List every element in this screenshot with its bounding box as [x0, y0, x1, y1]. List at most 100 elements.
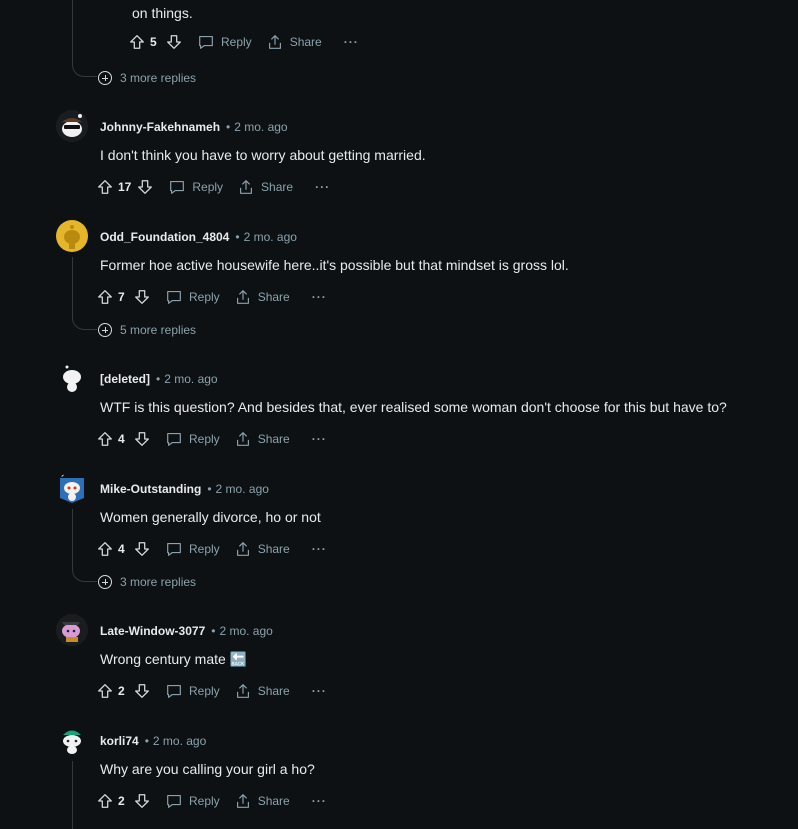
- reply-button[interactable]: Reply: [168, 178, 223, 196]
- comment-body: Wrong century mate 🔙: [100, 651, 248, 667]
- comment-author[interactable]: Mike-Outstanding: [100, 482, 201, 496]
- more-options-button[interactable]: ···: [312, 432, 327, 446]
- vote-score: 5: [150, 35, 157, 49]
- more-replies-button[interactable]: 5 more replies: [98, 323, 196, 337]
- comment-time[interactable]: 2 mo. ago: [216, 482, 269, 496]
- thread-line: [72, 761, 73, 829]
- user-avatar[interactable]: [56, 614, 88, 646]
- comment-time[interactable]: 2 mo. ago: [219, 624, 272, 638]
- comment-actions: 5 Reply Share ···: [128, 32, 359, 52]
- comment-meta: Mike-Outstanding • 2 mo. ago: [100, 482, 269, 496]
- upvote-icon[interactable]: [96, 430, 114, 448]
- more-options-button[interactable]: ···: [344, 35, 359, 49]
- reply-button[interactable]: Reply: [165, 430, 220, 448]
- more-options-button[interactable]: ···: [312, 542, 327, 556]
- user-avatar[interactable]: [56, 362, 88, 394]
- share-label: Share: [257, 290, 290, 304]
- comment-meta: Johnny-Fakehnameh • 2 mo. ago: [100, 120, 288, 134]
- share-button[interactable]: Share: [234, 792, 290, 810]
- comment-body: Why are you calling your girl a ho?: [100, 761, 315, 777]
- vote-score: 2: [118, 684, 125, 698]
- comment-author[interactable]: Odd_Foundation_4804: [100, 230, 229, 244]
- user-avatar[interactable]: [56, 472, 88, 504]
- vote-score: 17: [118, 180, 132, 194]
- comment-author[interactable]: Late-Window-3077: [100, 624, 205, 638]
- share-label: Share: [257, 542, 290, 556]
- share-button[interactable]: Share: [266, 33, 322, 51]
- comment-body: Former hoe active housewife here..it's p…: [100, 257, 569, 273]
- more-options-button[interactable]: ···: [315, 180, 330, 194]
- comment-body: Women generally divorce, ho or not: [100, 509, 321, 525]
- upvote-icon[interactable]: [96, 178, 114, 196]
- thread-line: [72, 509, 73, 567]
- plus-circle-icon: [98, 575, 112, 589]
- comment-actions: 7 Reply Share ···: [96, 287, 327, 307]
- share-button[interactable]: Share: [234, 682, 290, 700]
- upvote-icon[interactable]: [96, 540, 114, 558]
- more-replies-label: 3 more replies: [120, 71, 197, 85]
- comment-author[interactable]: [deleted]: [100, 372, 150, 386]
- downvote-icon[interactable]: [133, 540, 151, 558]
- comment-time[interactable]: 2 mo. ago: [164, 372, 217, 386]
- share-button[interactable]: Share: [234, 540, 290, 558]
- comment-author[interactable]: Johnny-Fakehnameh: [100, 120, 220, 134]
- reply-label: Reply: [189, 684, 220, 698]
- comment-time[interactable]: 2 mo. ago: [234, 120, 287, 134]
- comment-time[interactable]: 2 mo. ago: [153, 734, 206, 748]
- downvote-icon[interactable]: [136, 178, 154, 196]
- more-options-button[interactable]: ···: [312, 794, 327, 808]
- plus-circle-icon: [98, 71, 112, 85]
- plus-circle-icon: [98, 323, 112, 337]
- upvote-icon[interactable]: [96, 288, 114, 306]
- user-avatar[interactable]: [56, 110, 88, 142]
- user-avatar[interactable]: [56, 220, 88, 252]
- separator-dot: •: [226, 120, 231, 134]
- thread-elbow: [72, 567, 97, 582]
- reply-label: Reply: [221, 35, 252, 49]
- share-icon: [234, 288, 252, 306]
- more-options-button[interactable]: ···: [312, 290, 327, 304]
- more-replies-button[interactable]: 3 more replies: [98, 71, 196, 85]
- share-icon: [234, 682, 252, 700]
- share-label: Share: [257, 432, 290, 446]
- downvote-icon[interactable]: [133, 792, 151, 810]
- downvote-icon[interactable]: [133, 430, 151, 448]
- comment-actions: 2 Reply Share ···: [96, 791, 327, 811]
- downvote-icon[interactable]: [133, 682, 151, 700]
- comment-author[interactable]: korli74: [100, 734, 139, 748]
- share-button[interactable]: Share: [234, 430, 290, 448]
- share-label: Share: [257, 794, 290, 808]
- user-avatar[interactable]: [56, 724, 88, 756]
- comment-meta: [deleted] • 2 mo. ago: [100, 372, 218, 386]
- vote-score: 7: [118, 290, 125, 304]
- downvote-icon[interactable]: [133, 288, 151, 306]
- separator-dot: •: [207, 482, 212, 496]
- reply-button[interactable]: Reply: [165, 288, 220, 306]
- comment-actions: 17 Reply Share ···: [96, 177, 330, 197]
- comment-body: on things.: [132, 5, 193, 21]
- share-label: Share: [261, 180, 294, 194]
- share-button[interactable]: Share: [237, 178, 293, 196]
- reply-button[interactable]: Reply: [165, 540, 220, 558]
- comment-time[interactable]: 2 mo. ago: [244, 230, 297, 244]
- share-icon: [234, 540, 252, 558]
- upvote-icon[interactable]: [96, 792, 114, 810]
- comment-bubble-icon: [165, 792, 183, 810]
- upvote-icon[interactable]: [96, 682, 114, 700]
- reply-label: Reply: [189, 290, 220, 304]
- upvote-icon[interactable]: [128, 33, 146, 51]
- reply-label: Reply: [192, 180, 224, 194]
- more-replies-button[interactable]: 3 more replies: [98, 575, 196, 589]
- comment-meta: Odd_Foundation_4804 • 2 mo. ago: [100, 230, 297, 244]
- downvote-icon[interactable]: [165, 33, 183, 51]
- comment-actions: 4 Reply Share ···: [96, 539, 327, 559]
- reply-button[interactable]: Reply: [165, 792, 220, 810]
- more-options-button[interactable]: ···: [312, 684, 327, 698]
- comment-meta: Late-Window-3077 • 2 mo. ago: [100, 624, 273, 638]
- vote-score: 4: [118, 542, 125, 556]
- separator-dot: •: [156, 372, 161, 386]
- reply-button[interactable]: Reply: [197, 33, 252, 51]
- reply-button[interactable]: Reply: [165, 682, 220, 700]
- share-icon: [237, 178, 255, 196]
- share-button[interactable]: Share: [234, 288, 290, 306]
